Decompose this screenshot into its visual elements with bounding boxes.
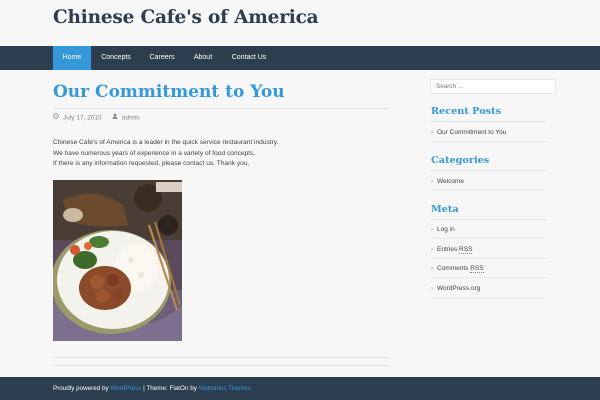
item-divider: [431, 190, 547, 191]
post-date-text: July 17, 2010: [63, 114, 102, 122]
post-author-text: admin: [122, 114, 140, 122]
meta-wordpress-label: WordPress.org: [437, 285, 481, 292]
footer-prefix: Proudly powered by: [53, 385, 111, 392]
rss-abbr: RSS: [470, 265, 484, 273]
nav-item-about[interactable]: About: [189, 46, 217, 70]
nav-item-home[interactable]: Home: [53, 46, 91, 70]
category-welcome-link[interactable]: › Welcome: [431, 177, 464, 187]
rss-abbr: RSS: [459, 246, 473, 254]
footer-wordpress-link[interactable]: WordPress: [110, 385, 141, 392]
item-divider: [431, 297, 547, 298]
post-paragraph-line: We have numerous years of experience in …: [53, 149, 256, 157]
post-date[interactable]: July 17, 2010: [53, 113, 102, 123]
meta-log-in-link[interactable]: › Log in: [431, 225, 455, 235]
footer-credits: Proudly powered by WordPress | Theme: Fl…: [53, 385, 251, 392]
nav-item-careers[interactable]: Careers: [145, 46, 179, 70]
main-nav: Home Concepts Careers About Contact Us: [0, 46, 600, 70]
widget-divider: [431, 170, 547, 171]
item-divider: [431, 258, 547, 259]
footer-themes-link[interactable]: Webulous Themes: [199, 385, 251, 392]
post-paragraph-line: Chinese Cafe's of America is a leader in…: [53, 139, 279, 146]
footer-separator: | Theme: FlatOn by: [141, 385, 199, 392]
recent-post-label: Our Commitment to You: [437, 129, 507, 136]
widget-divider: [431, 219, 547, 220]
user-icon: [112, 113, 118, 123]
post-author[interactable]: admin: [112, 113, 140, 123]
categories-title: Categories: [431, 155, 490, 166]
search-input[interactable]: [430, 79, 556, 94]
meta-title: Meta: [431, 204, 459, 215]
category-label: Welcome: [437, 178, 464, 185]
site-title[interactable]: Chinese Cafe's of America: [53, 7, 319, 28]
item-divider: [431, 141, 547, 142]
post-divider: [53, 365, 389, 366]
recent-post-link[interactable]: › Our Commitment to You: [431, 128, 506, 138]
nav-item-concepts[interactable]: Concepts: [96, 46, 136, 70]
meta-wordpress-link[interactable]: › WordPress.org: [431, 284, 480, 294]
food-photo: [53, 180, 182, 341]
item-divider: [431, 238, 547, 239]
post-divider: [53, 357, 389, 358]
post-title[interactable]: Our Commitment to You: [53, 82, 285, 102]
meta-comments-label: Comments: [437, 265, 471, 272]
nav-item-contact-us[interactable]: Contact Us: [226, 46, 272, 70]
title-divider: [53, 108, 389, 109]
post-body: Chinese Cafe's of America is a leader in…: [53, 138, 278, 170]
widget-divider: [431, 121, 547, 122]
clock-icon: [53, 113, 59, 123]
meta-comments-rss-link[interactable]: › Comments RSS: [431, 264, 484, 274]
meta-entries-label: Entries: [437, 246, 460, 253]
site-footer: Proudly powered by WordPress | Theme: Fl…: [0, 377, 600, 400]
item-divider: [431, 277, 547, 278]
meta-log-in-label: Log in: [437, 226, 455, 233]
meta-entries-rss-link[interactable]: › Entries RSS: [431, 245, 473, 255]
post-paragraph-line: If there is any information requested, p…: [53, 160, 250, 167]
site-header: Chinese Cafe's of America: [0, 0, 600, 46]
recent-posts-title: Recent Posts: [431, 106, 502, 117]
